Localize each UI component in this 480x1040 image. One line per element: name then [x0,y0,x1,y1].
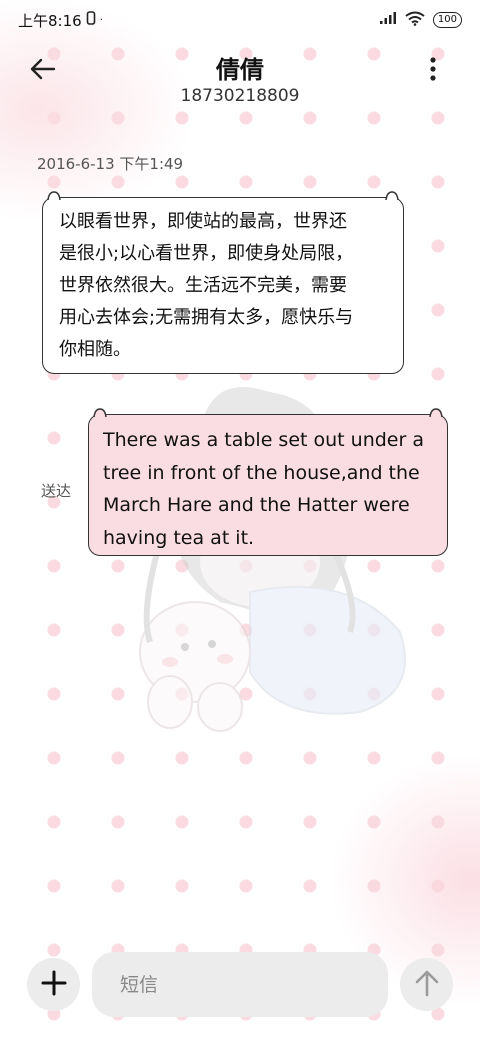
message-line: March Hare and the Hatter were [103,494,410,516]
contact-name: 倩倩 [216,56,264,84]
message-line: 是很小;以心看世界，即使身处局限， [59,243,354,264]
arrow-up-icon [414,969,440,1001]
message-line: tree in front of the house,and the [103,461,420,484]
message-timestamp: 2016-6-13 下午1:49 [37,155,184,173]
contact-phone-number: 18730218809 [180,86,300,106]
vibrate-icon [86,11,96,29]
bubble-ear-right-icon [385,191,399,201]
dot-icon: · [99,14,103,26]
message-input[interactable] [92,952,388,1017]
status-time: 上午8:16 [18,11,82,30]
more-vertical-icon [418,57,448,88]
delivery-status: 送达 [41,482,72,500]
incoming-message-bubble[interactable]: 以眼看世界，即使站的最高，世界还 是很小;以心看世界，即使身处局限， 世界依然很… [42,191,404,374]
add-attachment-button[interactable] [27,958,80,1011]
message-line: 你相随。 [59,339,131,360]
bubble-ear-left-icon [47,191,61,201]
more-options-button[interactable] [418,54,448,84]
status-right: 100 [379,11,462,30]
send-button[interactable] [400,958,453,1011]
message-line: 用心去体会;无需拥有太多，愿快乐与 [59,307,354,328]
status-left: 上午8:16 · [18,10,103,31]
bubble-ear-left-icon [93,408,107,418]
wifi-icon [405,11,425,30]
signal-icon [379,11,397,29]
outgoing-message-bubble[interactable]: There was a table set out under a tree i… [88,408,448,556]
message-line: having tea at it. [103,526,255,549]
message-composer [0,930,480,1040]
message-line: There was a table set out under a [103,429,424,451]
conversation-header: 倩倩 18730218809 [0,44,480,114]
message-line: 世界依然很大。生活远不完美，需要 [59,275,347,296]
battery-icon: 100 [432,12,462,28]
message-line: 以眼看世界，即使站的最高，世界还 [59,211,347,232]
bubble-ear-right-icon [429,408,443,418]
status-bar: 上午8:16 · 100 [0,0,480,40]
plus-icon [41,970,67,1000]
